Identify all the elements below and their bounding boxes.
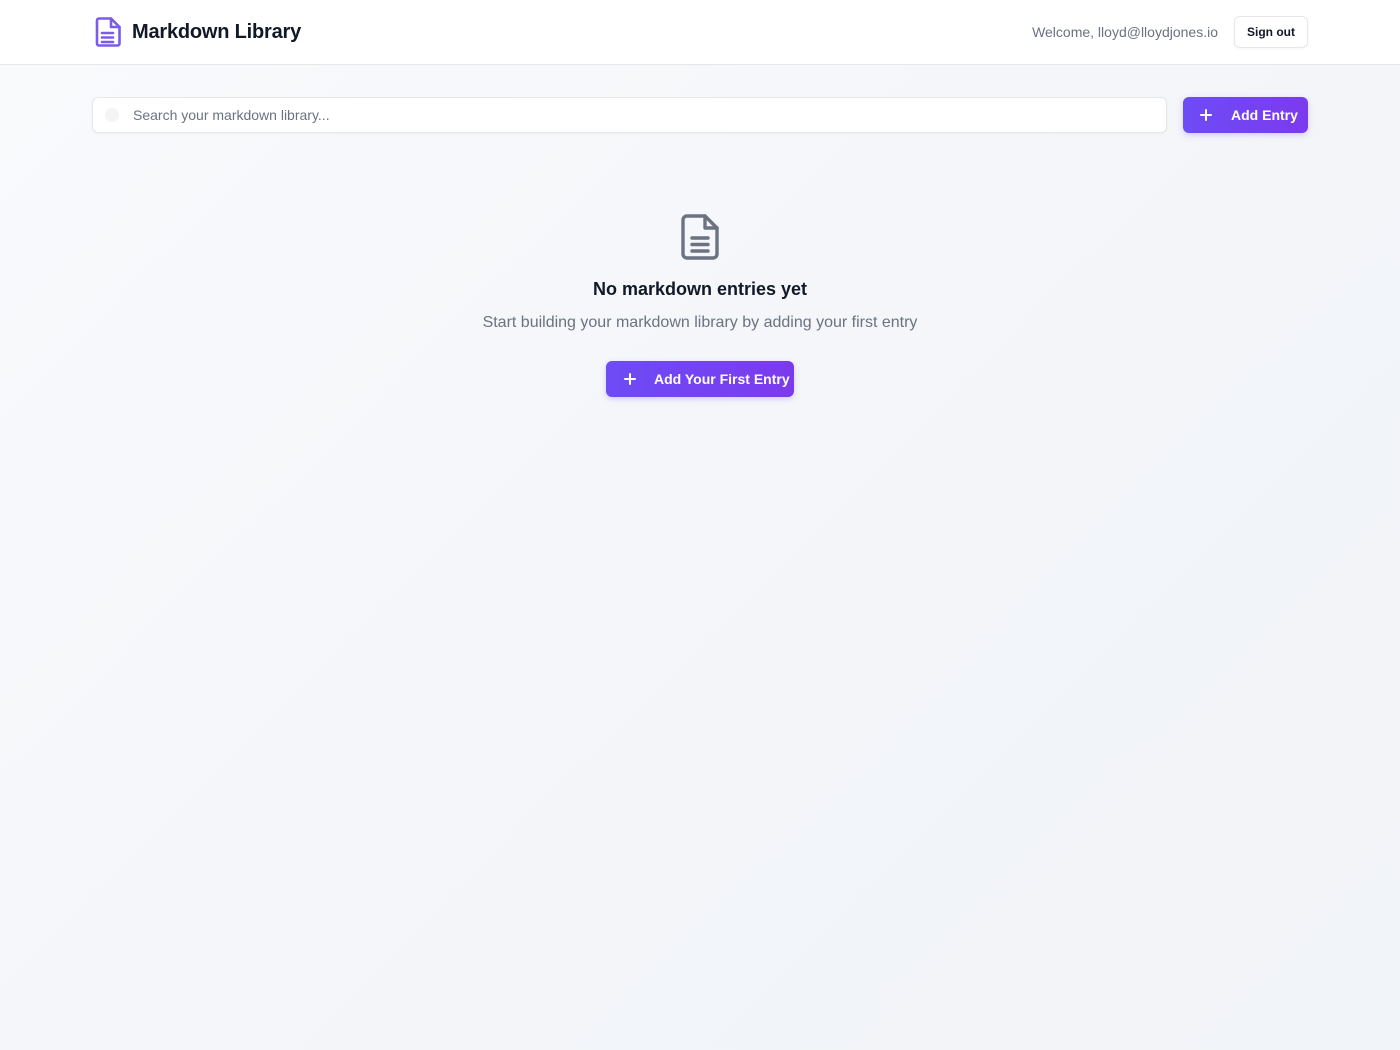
app-title: Markdown Library xyxy=(132,20,302,43)
user-area: Welcome, lloyd@lloydjones.io Sign out xyxy=(1032,16,1308,48)
search-icon xyxy=(105,108,119,122)
document-icon xyxy=(681,214,719,260)
welcome-text: Welcome, lloyd@lloydjones.io xyxy=(1032,24,1218,40)
add-first-entry-button[interactable]: Add Your First Entry xyxy=(606,361,794,397)
add-first-entry-label: Add Your First Entry xyxy=(654,371,790,387)
document-icon xyxy=(95,17,121,47)
add-entry-button[interactable]: Add Entry xyxy=(1183,97,1308,133)
empty-state-title: No markdown entries yet xyxy=(592,279,808,299)
plus-icon xyxy=(624,373,636,385)
app-header: Markdown Library Welcome, lloyd@lloydjon… xyxy=(0,0,1400,65)
add-entry-label: Add Entry xyxy=(1231,107,1298,123)
empty-state-subtitle: Start building your markdown library by … xyxy=(482,314,918,331)
search-bar[interactable] xyxy=(92,97,1167,133)
plus-icon xyxy=(1200,109,1212,121)
sign-out-button[interactable]: Sign out xyxy=(1234,16,1308,48)
brand[interactable]: Markdown Library xyxy=(94,16,301,48)
search-input[interactable] xyxy=(133,98,1166,132)
